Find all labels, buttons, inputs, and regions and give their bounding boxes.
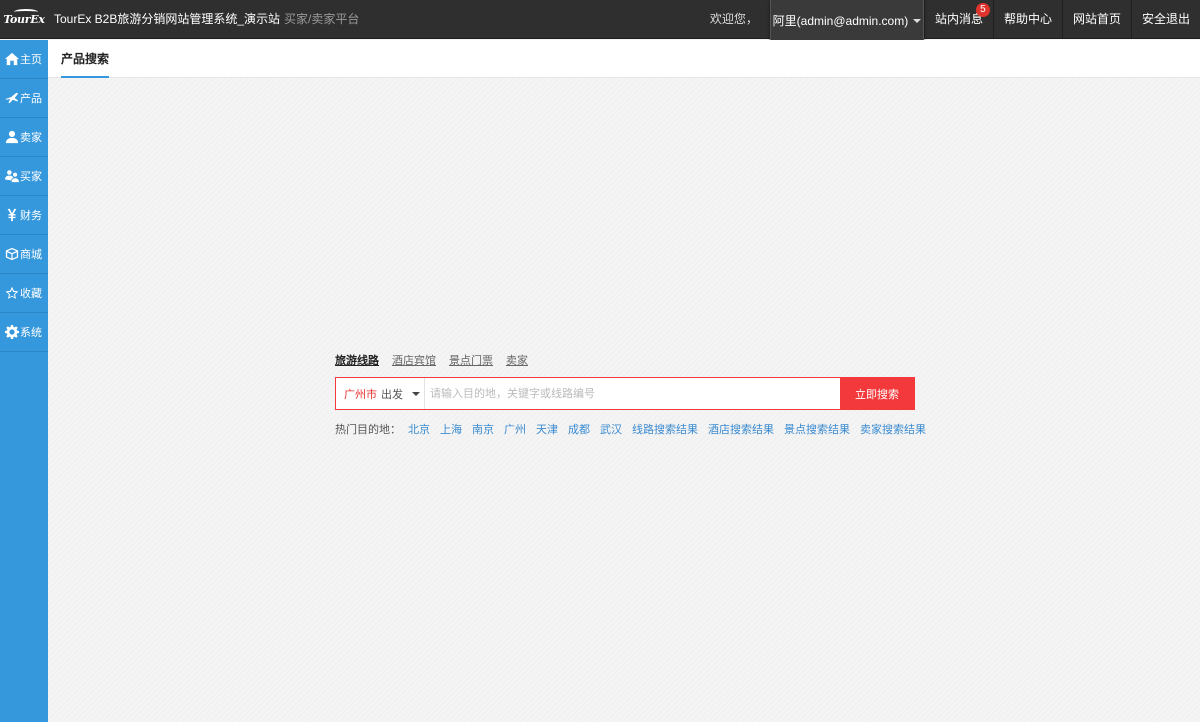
hot-link-nanjing[interactable]: 南京 — [472, 421, 494, 437]
hot-link-shanghai[interactable]: 上海 — [440, 421, 462, 437]
hot-destinations-label: 热门目的地： — [335, 424, 401, 436]
sidebar: 主页 产品 卖家 买家 财务 商城 收藏 系统 — [0, 40, 48, 722]
ticket-results-link[interactable]: 景点搜索结果 — [784, 421, 850, 437]
messages-link[interactable]: 站内消息 5 — [923, 0, 993, 39]
hot-link-chengdu[interactable]: 成都 — [568, 421, 590, 437]
product-search: 旅游线路 酒店宾馆 景点门票 卖家 广州市 出发 立即搜索 热门目的地： 北京 … — [335, 352, 926, 437]
chevron-down-icon — [913, 18, 922, 23]
tab-tour-routes[interactable]: 旅游线路 — [335, 352, 379, 368]
sidebar-item-label: 主页 — [20, 54, 42, 66]
page-header: 产品搜索 — [48, 40, 1200, 78]
departure-city-select[interactable]: 广州市 出发 — [336, 378, 425, 409]
hot-link-guangzhou[interactable]: 广州 — [504, 421, 526, 437]
site-home-label: 网站首页 — [1072, 12, 1121, 26]
users-icon — [4, 169, 19, 184]
cube-icon — [4, 247, 19, 262]
search-bar: 广州市 出发 立即搜索 — [335, 377, 915, 410]
hot-link-wuhan[interactable]: 武汉 — [600, 421, 622, 437]
messages-badge: 5 — [975, 3, 990, 17]
hot-destinations: 热门目的地： 北京 上海 南京 广州 天津 成都 武汉 线路搜索结果 酒店搜索结… — [335, 421, 926, 437]
sidebar-item-sellers[interactable]: 卖家 — [0, 118, 48, 157]
user-icon — [4, 130, 19, 145]
logo[interactable]: TourEx — [0, 0, 48, 39]
sidebar-item-label: 商城 — [20, 249, 42, 261]
home-icon — [4, 52, 19, 67]
sidebar-item-home[interactable]: 主页 — [0, 40, 48, 79]
main-content: 产品搜索 旅游线路 酒店宾馆 景点门票 卖家 广州市 出发 立即搜索 热门目的地… — [48, 40, 1200, 722]
yen-icon — [4, 208, 19, 223]
help-center-link[interactable]: 帮助中心 — [992, 0, 1062, 39]
user-menu-dropdown[interactable]: 阿里(admin@admin.com) — [769, 0, 924, 42]
logo-text: TourEx — [3, 13, 45, 26]
sidebar-item-buyers[interactable]: 买家 — [0, 157, 48, 196]
help-center-label: 帮助中心 — [1003, 12, 1052, 26]
tab-sellers[interactable]: 卖家 — [506, 352, 528, 368]
site-home-link[interactable]: 网站首页 — [1061, 0, 1131, 39]
top-bar: TourEx TourEx B2B旅游分销网站管理系统_演示站 买家/卖家平台 欢… — [0, 0, 1200, 42]
tab-tickets[interactable]: 景点门票 — [449, 352, 493, 368]
chevron-down-icon — [412, 391, 420, 396]
route-results-link[interactable]: 线路搜索结果 — [632, 421, 698, 437]
star-icon — [4, 286, 19, 301]
hot-link-beijing[interactable]: 北京 — [408, 421, 430, 437]
app-title-text: TourEx B2B旅游分销网站管理系统_演示站 — [54, 12, 281, 26]
sidebar-item-label: 收藏 — [20, 288, 42, 300]
sidebar-item-label: 买家 — [20, 171, 42, 183]
departure-suffix: 出发 — [381, 388, 403, 401]
plane-icon — [4, 91, 19, 106]
seller-results-link[interactable]: 卖家搜索结果 — [860, 421, 926, 437]
sidebar-item-label: 系统 — [20, 327, 42, 339]
sidebar-item-finance[interactable]: 财务 — [0, 196, 48, 235]
welcome-text: 欢迎您， — [709, 12, 758, 26]
sidebar-item-label: 产品 — [20, 93, 42, 105]
search-tabs: 旅游线路 酒店宾馆 景点门票 卖家 — [335, 352, 915, 368]
app-title: TourEx B2B旅游分销网站管理系统_演示站 买家/卖家平台 — [54, 0, 359, 39]
tab-hotels[interactable]: 酒店宾馆 — [392, 352, 436, 368]
departure-city: 广州市 — [344, 388, 377, 401]
page-title[interactable]: 产品搜索 — [61, 40, 110, 78]
top-right-nav: 欢迎您， 阿里(admin@admin.com) 站内消息 5 帮助中心 网站首… — [709, 0, 1200, 42]
logout-label: 安全退出 — [1141, 12, 1190, 26]
gear-icon — [4, 325, 19, 340]
search-button[interactable]: 立即搜索 — [840, 378, 914, 409]
sidebar-item-label: 财务 — [20, 210, 42, 222]
sidebar-item-products[interactable]: 产品 — [0, 79, 48, 118]
user-name: 阿里(admin@admin.com) — [772, 14, 909, 28]
messages-label: 站内消息 — [934, 12, 983, 26]
app-subtitle: 买家/卖家平台 — [284, 12, 360, 26]
sidebar-item-favorites[interactable]: 收藏 — [0, 274, 48, 313]
hotel-results-link[interactable]: 酒店搜索结果 — [708, 421, 774, 437]
sidebar-item-system[interactable]: 系统 — [0, 313, 48, 352]
search-input[interactable] — [425, 378, 840, 409]
sidebar-item-label: 卖家 — [20, 132, 42, 144]
sidebar-item-mall[interactable]: 商城 — [0, 235, 48, 274]
hot-link-tianjin[interactable]: 天津 — [536, 421, 558, 437]
logout-link[interactable]: 安全退出 — [1130, 0, 1200, 39]
